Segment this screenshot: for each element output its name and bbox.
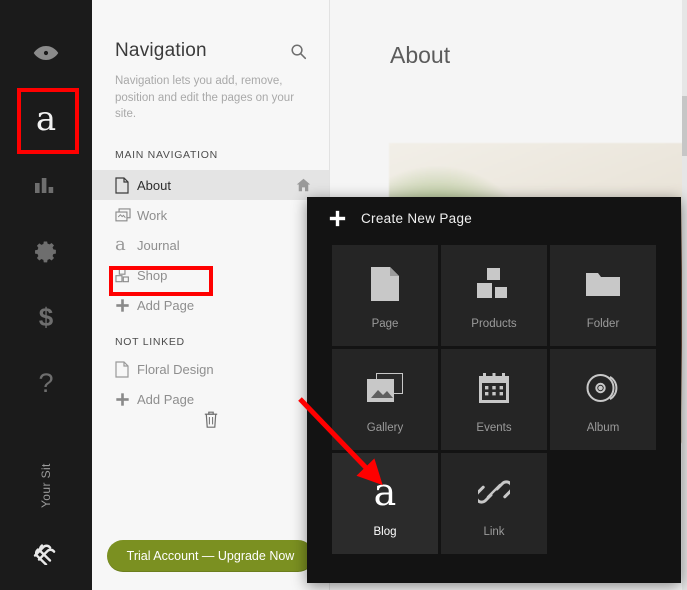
tile-label: Page — [371, 317, 399, 330]
plus-icon — [115, 298, 137, 313]
products-icon — [115, 267, 137, 283]
tile-album[interactable]: Album — [550, 349, 656, 450]
blog-a-icon: a — [115, 234, 126, 256]
page-title: Navigation — [115, 40, 207, 61]
folder-icon — [586, 262, 620, 306]
create-new-page-modal: Create New Page Page Products Folder Gal… — [307, 197, 681, 583]
tile-gallery[interactable]: Gallery — [332, 349, 438, 450]
modal-title: Create New Page — [361, 211, 473, 226]
album-icon — [586, 366, 620, 410]
navigation-header: Navigation — [92, 0, 329, 62]
rail-item-stats[interactable] — [0, 152, 92, 218]
nav-item-work[interactable]: Work — [92, 200, 329, 230]
main-navigation-label: MAIN NAVIGATION — [115, 149, 218, 162]
upgrade-button-wrap: Trial Account — Upgrade Now — [92, 540, 329, 572]
rail-item-preview[interactable] — [0, 20, 92, 86]
squarespace-logo-icon — [31, 543, 61, 570]
nav-item-label: About — [137, 177, 171, 193]
nav-item-floral-design[interactable]: Floral Design — [92, 354, 329, 384]
rail-item-settings[interactable] — [0, 218, 92, 284]
nav-item-journal[interactable]: a Journal — [92, 230, 329, 260]
trash-icon[interactable] — [92, 410, 329, 429]
nav-item-label: Work — [137, 207, 168, 223]
nav-item-label: Add Page — [137, 297, 195, 313]
upgrade-button[interactable]: Trial Account — Upgrade Now — [106, 540, 315, 572]
plus-icon — [115, 392, 137, 407]
main-navigation-list: About Work a Journal Shop Add Page — [92, 170, 329, 320]
tile-folder[interactable]: Folder — [550, 245, 656, 346]
tile-label: Album — [586, 421, 620, 434]
navigation-panel: Navigation Navigation lets you add, remo… — [92, 0, 330, 590]
rail-item-logo[interactable] — [0, 536, 92, 576]
blog-a-icon: a — [373, 469, 397, 514]
nav-item-about[interactable]: About — [92, 170, 329, 201]
tile-label: Products — [471, 317, 517, 330]
tile-link[interactable]: Link — [441, 453, 547, 554]
home-icon — [296, 178, 311, 192]
calendar-icon — [479, 366, 509, 410]
nav-item-label: Shop — [137, 267, 168, 283]
not-linked-label: NOT LINKED — [115, 336, 185, 349]
preview-page-title: About — [390, 42, 451, 68]
tile-empty-slot — [550, 453, 656, 554]
navigation-description: Navigation lets you add, remove, positio… — [115, 75, 295, 121]
tile-label: Link — [483, 525, 505, 538]
tile-products[interactable]: Products — [441, 245, 547, 346]
nav-item-label: Journal — [137, 237, 180, 253]
nav-item-label: Add Page — [137, 391, 195, 407]
tile-label: Folder — [586, 317, 620, 330]
gear-icon — [34, 239, 59, 264]
nav-item-label: Floral Design — [137, 361, 214, 377]
site-name-label[interactable]: Your Sit — [39, 454, 53, 518]
tile-events[interactable]: Events — [441, 349, 547, 450]
app-root: a $ ? Your Sit Navigation Navigation let… — [0, 0, 687, 590]
not-linked-list: Floral Design Add Page — [92, 354, 329, 414]
tile-label: Blog — [373, 525, 397, 538]
tile-page[interactable]: Page — [332, 245, 438, 346]
page-icon — [115, 360, 137, 378]
gallery-icon — [367, 366, 403, 410]
search-icon[interactable] — [290, 43, 307, 60]
bar-chart-icon — [33, 173, 59, 197]
gallery-icon — [115, 207, 137, 223]
tile-label: Events — [476, 421, 512, 434]
page-icon — [115, 176, 137, 194]
rail-item-pages[interactable]: a — [0, 86, 92, 152]
serif-a-icon: a — [35, 99, 57, 139]
preview-scrollbar-thumb[interactable] — [682, 96, 687, 156]
left-icon-rail: a $ ? Your Sit — [0, 0, 92, 590]
nav-item-add-page-main[interactable]: Add Page — [92, 290, 329, 320]
page-icon — [371, 262, 399, 306]
rail-item-commerce[interactable]: $ — [0, 284, 92, 350]
link-icon — [478, 470, 510, 514]
question-mark-icon: ? — [38, 367, 54, 398]
products-icon — [477, 262, 511, 306]
rail-item-help[interactable]: ? — [0, 350, 92, 416]
modal-header: Create New Page — [307, 197, 681, 227]
preview-scrollbar-track[interactable] — [682, 0, 687, 590]
eye-icon — [32, 39, 60, 67]
nav-item-shop[interactable]: Shop — [92, 260, 329, 290]
page-type-grid: Page Products Folder Gallery Events Albu… — [332, 245, 681, 554]
dollar-icon: $ — [38, 301, 54, 332]
plus-icon — [329, 210, 346, 227]
tile-label: Gallery — [366, 421, 404, 434]
tile-blog[interactable]: a Blog — [332, 453, 438, 554]
